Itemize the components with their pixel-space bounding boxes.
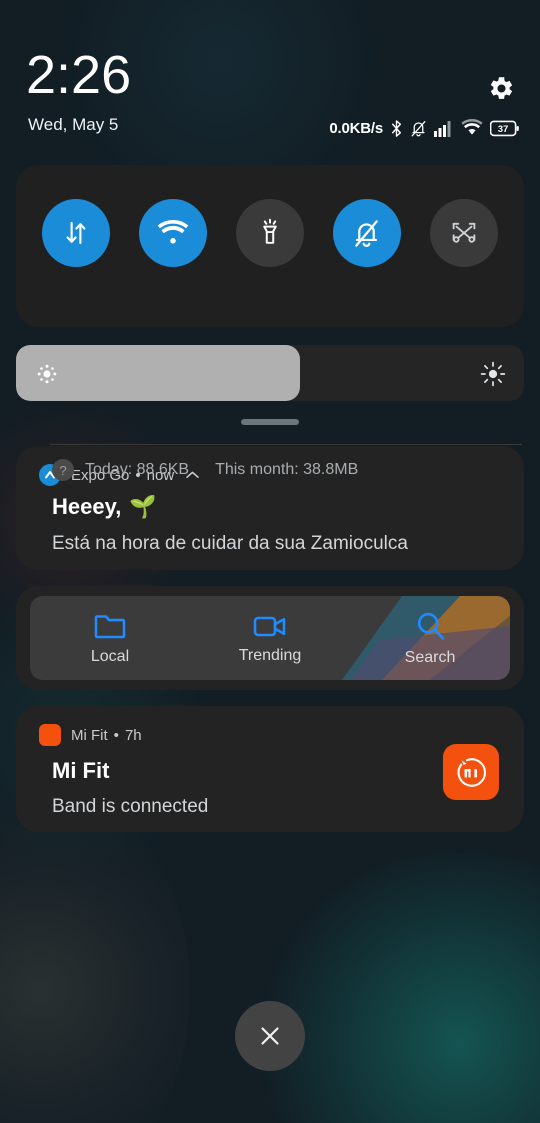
notification-action-card[interactable]: Local Trending Search xyxy=(16,586,524,690)
action-item-label: Local xyxy=(90,647,130,665)
brightness-slider[interactable] xyxy=(16,345,524,401)
quick-settings-card: ? Today: 88.6KB This month: 38.8MB xyxy=(16,165,524,481)
clear-all-button[interactable] xyxy=(235,1001,305,1071)
action-item-trending[interactable]: Trending xyxy=(190,612,350,665)
mi-fit-app-icon xyxy=(39,724,61,746)
bell-slash-icon xyxy=(355,219,379,247)
battery-level-text: 37 xyxy=(498,124,509,135)
close-x-icon xyxy=(261,1027,279,1045)
action-item-label: Search xyxy=(404,648,456,666)
brightness-slider-fill xyxy=(16,345,301,401)
dnd-icon xyxy=(410,119,427,138)
tile-flashlight[interactable] xyxy=(235,199,304,267)
battery-icon: 37 xyxy=(490,120,520,137)
bluetooth-icon xyxy=(390,119,403,138)
shade-header: 2:26 Wed, May 5 0.0KB/s 37 xyxy=(0,0,540,160)
sprout-emoji-icon: 🌱 xyxy=(129,494,157,519)
notification-title: Mi Fit xyxy=(52,758,110,783)
usage-today-text: Today: 88.6KB xyxy=(85,461,190,478)
wifi-icon xyxy=(461,119,483,137)
video-camera-icon xyxy=(253,616,286,636)
action-items: Local Trending Search xyxy=(30,596,510,680)
brightness-low-icon xyxy=(36,363,58,390)
screenshot-scissors-icon xyxy=(452,222,475,243)
status-icons: 0.0KB/s 37 xyxy=(329,117,520,139)
data-usage-row[interactable]: ? Today: 88.6KB This month: 38.8MB xyxy=(52,457,512,483)
quick-settings-divider xyxy=(50,444,522,445)
wifi-icon xyxy=(157,220,189,244)
action-item-label: Trending xyxy=(238,646,302,664)
tile-mobile-data[interactable] xyxy=(42,199,111,267)
wallpaper-glow-teal xyxy=(250,853,540,1123)
tile-screenshot[interactable] xyxy=(429,199,498,267)
notification-header: Mi Fit • 7h xyxy=(39,724,142,746)
flashlight-icon xyxy=(263,218,277,244)
notification-separator: • xyxy=(113,726,119,744)
notification-body: Band is connected xyxy=(52,796,209,817)
mobile-data-icon xyxy=(66,221,86,245)
notification-app-name: Mi Fit xyxy=(71,726,108,744)
notification-title: Heeey, xyxy=(52,494,122,519)
shade-drag-handle[interactable] xyxy=(241,419,299,425)
settings-button[interactable] xyxy=(483,70,519,106)
clock-time: 2:26 xyxy=(26,45,132,105)
action-row-panel: Local Trending Search xyxy=(30,596,510,680)
folder-icon xyxy=(94,614,126,638)
usage-month-text: This month: 38.8MB xyxy=(215,461,359,478)
network-speed-text: 0.0KB/s xyxy=(329,119,383,137)
tile-do-not-disturb[interactable] xyxy=(332,199,401,267)
action-item-search[interactable]: Search xyxy=(350,610,510,667)
tile-wifi[interactable] xyxy=(139,199,208,267)
cellular-signal-icon xyxy=(434,120,454,137)
magnifier-icon xyxy=(417,612,445,640)
clock-date: Wed, May 5 xyxy=(28,115,119,134)
notification-time: 7h xyxy=(124,726,142,744)
mi-logo-icon xyxy=(443,744,499,800)
question-mark-icon[interactable]: ? xyxy=(52,459,74,481)
quick-settings-toggles xyxy=(16,187,524,279)
notification-title-row: Heeey, 🌱 xyxy=(52,494,157,520)
gear-icon xyxy=(490,76,512,99)
brightness-high-icon xyxy=(480,361,506,392)
action-item-local[interactable]: Local xyxy=(30,611,190,666)
notification-mi-fit[interactable]: Mi Fit • 7h Mi Fit Band is connected xyxy=(16,706,524,832)
notification-body: Está na hora de cuidar da sua Zamioculca xyxy=(52,533,408,554)
